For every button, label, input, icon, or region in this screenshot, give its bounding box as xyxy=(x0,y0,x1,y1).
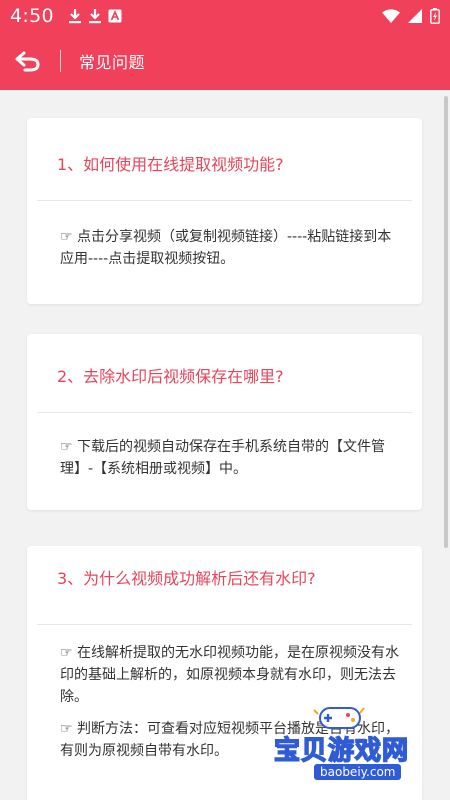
faq-answer-text: ☞ 在线解析提取的无水印视频功能，是在原视频没有水印的基础上解析的，如原视频本身… xyxy=(60,645,399,705)
faq-question: 2、去除水印后视频保存在哪里? xyxy=(57,367,284,386)
battery-charging-icon xyxy=(430,8,440,24)
wifi-icon xyxy=(382,9,400,23)
faq-divider xyxy=(37,412,412,413)
faq-divider xyxy=(37,624,412,625)
status-time: 4:50 xyxy=(10,5,54,27)
status-icons-left xyxy=(68,8,122,24)
faq-answer-text: ☞ 点击分享视频（或复制视频链接）----粘贴链接到本应用----点击提取视频按… xyxy=(60,229,392,267)
watermark-url: baobeiy.com xyxy=(314,764,402,780)
font-icon xyxy=(108,9,122,23)
faq-card: 2、去除水印后视频保存在哪里? ☞ 下载后的视频自动保存在手机系统自带的【文件管… xyxy=(27,334,422,510)
status-bar: 4:50 xyxy=(0,0,450,32)
faq-list[interactable]: 1、如何使用在线提取视频功能? ☞ 点击分享视频（或复制视频链接）----粘贴链… xyxy=(0,90,450,800)
scrollbar[interactable] xyxy=(444,96,448,548)
faq-answer-text: ☞ 下载后的视频自动保存在手机系统自带的【文件管理】-【系统相册或视频】中。 xyxy=(60,439,385,477)
page-title: 常见问题 xyxy=(79,53,146,72)
status-icons-right xyxy=(382,8,440,24)
gamepad-icon xyxy=(313,707,365,729)
watermark: 宝贝游戏网 baobeiy.com xyxy=(270,700,450,790)
signal-icon xyxy=(408,9,422,23)
faq-question: 1、如何使用在线提取视频功能? xyxy=(57,155,284,174)
faq-question: 3、为什么视频成功解析后还有水印? xyxy=(57,569,316,588)
faq-divider xyxy=(37,200,412,201)
download-icon xyxy=(68,9,81,24)
app-bar: 常见问题 xyxy=(0,32,450,90)
app-bar-divider xyxy=(60,50,61,72)
faq-card: 1、如何使用在线提取视频功能? ☞ 点击分享视频（或复制视频链接）----粘贴链… xyxy=(27,118,422,304)
back-arrow-icon xyxy=(15,51,40,72)
download-icon xyxy=(88,9,101,24)
back-button[interactable] xyxy=(0,32,56,90)
faq-answer: ☞ 点击分享视频（或复制视频链接）----粘贴链接到本应用----点击提取视频按… xyxy=(60,226,400,280)
watermark-text: 宝贝游戏网 xyxy=(273,735,410,767)
faq-answer: ☞ 下载后的视频自动保存在手机系统自带的【文件管理】-【系统相册或视频】中。 xyxy=(60,436,400,490)
